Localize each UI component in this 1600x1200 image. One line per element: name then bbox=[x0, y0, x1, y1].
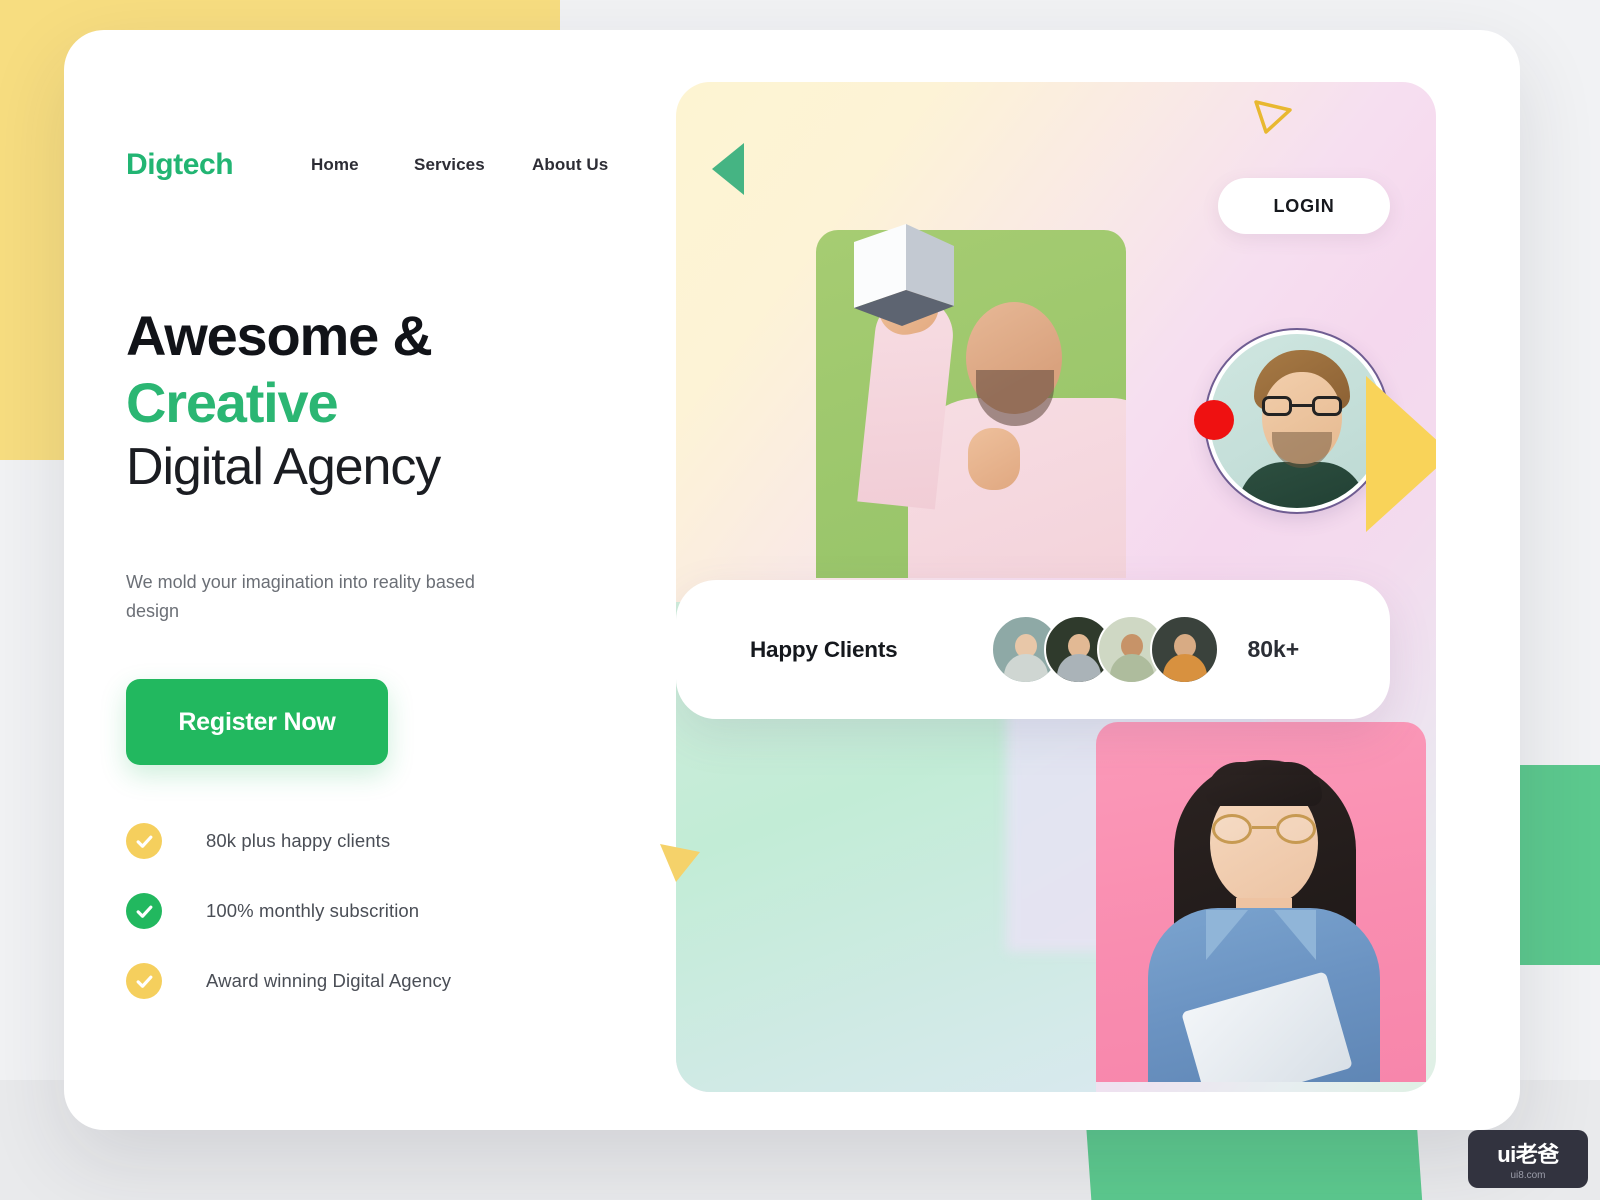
woman-collar-right bbox=[1274, 910, 1316, 960]
brand-logo[interactable]: Digtech bbox=[126, 148, 311, 182]
headline-line-3: Digital Agency bbox=[126, 438, 441, 497]
avatar-shirt bbox=[1238, 462, 1366, 508]
happy-clients-count: 80k+ bbox=[1247, 636, 1300, 662]
happy-clients-card: Happy Clients 80k+ bbox=[676, 580, 1390, 719]
login-button[interactable]: LOGIN bbox=[1218, 178, 1390, 234]
avatar[interactable] bbox=[1150, 615, 1220, 684]
woman-collar-left bbox=[1206, 910, 1248, 960]
watermark-subtitle: ui8.com bbox=[1510, 1170, 1546, 1181]
green-triangle-icon bbox=[712, 143, 744, 195]
landing-page-card: Digtech Home Services About Us Awesome &… bbox=[64, 30, 1520, 1130]
check-icon bbox=[126, 823, 162, 860]
list-item: 80k plus happy clients bbox=[126, 823, 686, 860]
man-fist-lower bbox=[968, 428, 1020, 490]
feature-list: 80k plus happy clients 100% monthly subs… bbox=[126, 823, 686, 1000]
nav-item-about-us[interactable]: About Us bbox=[532, 155, 608, 175]
top-navigation: Digtech Home Services About Us bbox=[126, 148, 686, 182]
list-item: 100% monthly subscrition bbox=[126, 893, 686, 930]
hero-subtext: We mold your imagination into reality ba… bbox=[126, 571, 475, 621]
check-icon bbox=[126, 893, 162, 930]
photo-woman-with-laptop bbox=[1096, 722, 1426, 1082]
nav-links: Home Services About Us bbox=[311, 155, 608, 175]
hero-visual-card: LOGIN Happy Clients 80k+ bbox=[676, 82, 1436, 1092]
left-content-column: Digtech Home Services About Us Awesome &… bbox=[126, 148, 686, 1033]
nav-item-home[interactable]: Home bbox=[311, 155, 414, 175]
yellow-triangle-shape bbox=[1366, 376, 1436, 532]
client-avatar-stack bbox=[991, 615, 1220, 684]
hero-headline: Awesome & Creative Digital Agency bbox=[126, 304, 686, 498]
yellow-solid-triangle-icon bbox=[656, 836, 704, 884]
happy-clients-title: Happy Clients bbox=[750, 636, 898, 662]
white-cube-3d bbox=[844, 212, 964, 332]
headline-line-2: Creative bbox=[126, 370, 339, 434]
woman-fringe bbox=[1206, 762, 1322, 806]
red-status-dot bbox=[1194, 400, 1234, 440]
glasses-icon bbox=[1212, 814, 1316, 844]
check-icon bbox=[126, 963, 162, 1000]
feature-label: 100% monthly subscrition bbox=[206, 900, 420, 922]
register-now-button[interactable]: Register Now bbox=[126, 679, 388, 766]
feature-label: 80k plus happy clients bbox=[206, 830, 391, 852]
nav-item-services[interactable]: Services bbox=[414, 155, 532, 175]
glasses-icon bbox=[1262, 396, 1342, 416]
watermark-badge: ui老爸 ui8.com bbox=[1468, 1130, 1588, 1188]
headline-line-1: Awesome & bbox=[126, 304, 433, 367]
watermark-title: ui老爸 bbox=[1497, 1142, 1559, 1167]
yellow-outline-triangle-icon bbox=[1248, 92, 1294, 138]
feature-label: Award winning Digital Agency bbox=[206, 970, 452, 992]
list-item: Award winning Digital Agency bbox=[126, 963, 686, 1000]
